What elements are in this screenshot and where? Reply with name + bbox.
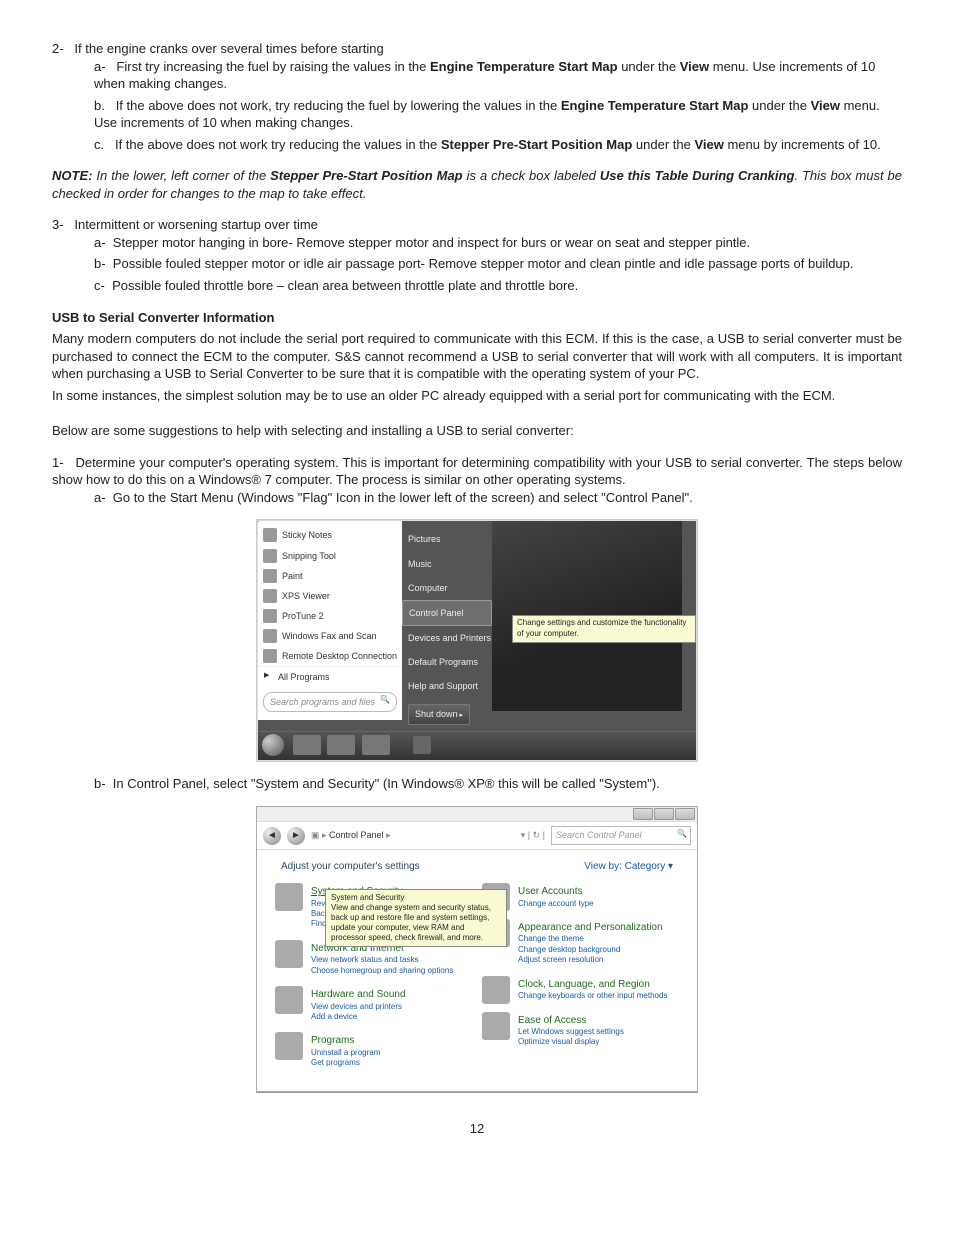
control-panel-tooltip: Change settings and customize the functi… — [512, 615, 696, 643]
sub-a: a- Go to the Start Menu (Windows "Flag" … — [94, 489, 902, 507]
taskbar-ie-icon[interactable] — [293, 735, 321, 755]
usb-p3: Below are some suggestions to help with … — [52, 422, 902, 440]
cat-clock[interactable]: Clock, Language, and Region Change keybo… — [482, 974, 679, 1010]
start-menu-search[interactable]: Search programs and files — [263, 692, 397, 712]
app-sticky-notes[interactable]: Sticky Notes — [258, 525, 402, 545]
start-menu-right-pane: Pictures Music Computer Control Panel De… — [402, 521, 492, 730]
note-block: NOTE: In the lower, left corner of the S… — [52, 167, 902, 202]
view-by-label[interactable]: View by: Category ▾ — [584, 860, 673, 874]
usb-heading: USB to Serial Converter Information — [52, 309, 902, 327]
list-item-2: 2- If the engine cranks over several tim… — [52, 40, 902, 153]
screenshot-start-menu: Sticky Notes Snipping Tool Paint XPS Vie… — [257, 520, 697, 760]
sub-a: a- First try increasing the fuel by rais… — [94, 58, 902, 93]
usb-p2: In some instances, the simplest solution… — [52, 387, 902, 405]
app-paint[interactable]: Paint — [258, 566, 402, 586]
cat-ease-of-access[interactable]: Ease of Access Let Windows suggest setti… — [482, 1010, 679, 1056]
screenshot-control-panel: ◄ ► Control Panel ▾ | ↻ | Search Control… — [256, 806, 698, 1091]
list-text: Determine your computer's operating syst… — [52, 455, 902, 488]
cat-user-accounts[interactable]: User Accounts Change account type — [482, 881, 679, 917]
window-titlebar — [257, 807, 697, 822]
cat-programs[interactable]: Programs Uninstall a program Get program… — [275, 1030, 472, 1076]
list-item-1: 1- Determine your computer's operating s… — [52, 454, 902, 507]
sub-c: c. If the above does not work try reduci… — [94, 136, 902, 154]
app-remote-desktop[interactable]: Remote Desktop Connection — [258, 646, 402, 666]
system-security-tooltip: System and Security View and change syst… — [325, 889, 507, 947]
right-control-panel[interactable]: Control Panel — [402, 600, 492, 626]
taskbar-explorer-icon[interactable] — [327, 735, 355, 755]
list-number: 3- — [52, 217, 64, 232]
usb-p1: Many modern computers do not include the… — [52, 330, 902, 383]
app-windows-fax[interactable]: Windows Fax and Scan — [258, 626, 402, 646]
list-text: Intermittent or worsening startup over t… — [74, 217, 318, 232]
cp-search[interactable]: Search Control Panel — [551, 826, 691, 844]
sub-b: b- Possible fouled stepper motor or idle… — [94, 255, 902, 273]
taskbar — [258, 731, 696, 760]
right-devices[interactable]: Devices and Printers — [402, 626, 492, 650]
list-item-3: 3- Intermittent or worsening startup ove… — [52, 216, 902, 294]
adjust-label: Adjust your computer's settings — [281, 860, 420, 874]
sub-b: b. If the above does not work, try reduc… — [94, 97, 902, 132]
all-programs-link[interactable]: All Programs — [258, 666, 402, 687]
back-button[interactable]: ◄ — [263, 827, 281, 845]
list-number: 2- — [52, 41, 64, 56]
list-number: 1- — [52, 455, 64, 470]
minimize-button[interactable] — [633, 808, 653, 820]
shutdown-button[interactable]: Shut down — [408, 704, 470, 724]
breadcrumb[interactable]: Control Panel — [311, 829, 515, 841]
close-button[interactable] — [675, 808, 695, 820]
right-computer[interactable]: Computer — [402, 576, 492, 600]
cat-hardware[interactable]: Hardware and Sound View devices and prin… — [275, 984, 472, 1030]
right-default-programs[interactable]: Default Programs — [402, 650, 492, 674]
start-menu-left-pane: Sticky Notes Snipping Tool Paint XPS Vie… — [258, 521, 402, 719]
app-snipping-tool[interactable]: Snipping Tool — [258, 546, 402, 566]
sub-a: a- Stepper motor hanging in bore- Remove… — [94, 234, 902, 252]
cat-appearance[interactable]: Appearance and Personalization Change th… — [482, 917, 679, 974]
maximize-button[interactable] — [654, 808, 674, 820]
right-pictures[interactable]: Pictures — [402, 527, 492, 551]
right-music[interactable]: Music — [402, 552, 492, 576]
sub-b: b- In Control Panel, select "System and … — [94, 775, 902, 793]
sub-c: c- Possible fouled throttle bore – clean… — [94, 277, 902, 295]
taskbar-pinned-icon[interactable] — [413, 736, 431, 754]
taskbar-media-icon[interactable] — [362, 735, 390, 755]
right-help[interactable]: Help and Support — [402, 674, 492, 698]
page-number: 12 — [52, 1120, 902, 1138]
app-protune-2[interactable]: ProTune 2 — [258, 606, 402, 626]
start-orb-icon[interactable] — [262, 734, 284, 756]
forward-button[interactable]: ► — [287, 827, 305, 845]
list-text: If the engine cranks over several times … — [74, 41, 383, 56]
app-xps-viewer[interactable]: XPS Viewer — [258, 586, 402, 606]
